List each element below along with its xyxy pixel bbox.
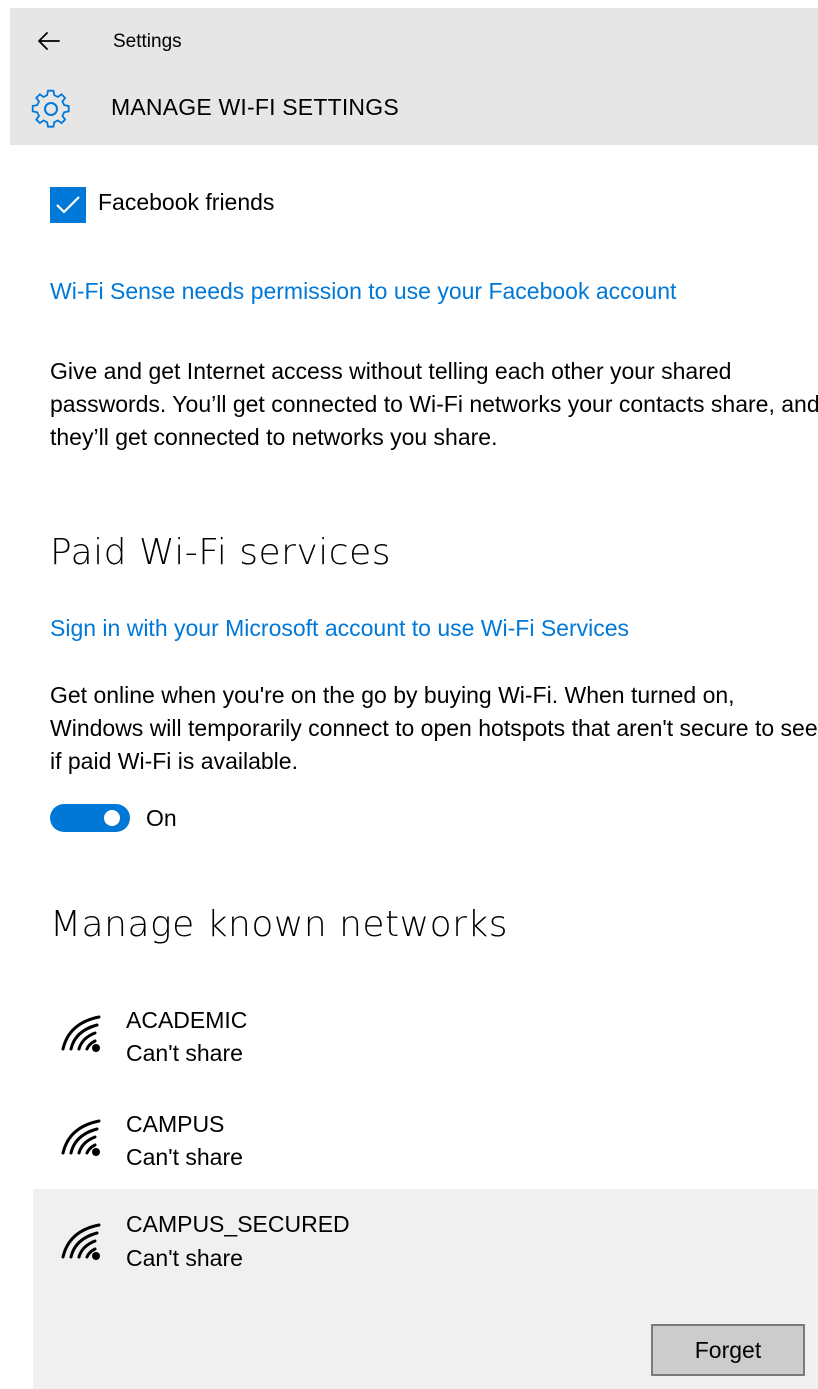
page-title: MANAGE WI-FI SETTINGS [111,94,399,120]
facebook-friends-label: Facebook friends [98,189,275,215]
known-networks-heading: Manage known networks [50,904,509,945]
wifi-signal-icon [55,1115,107,1159]
network-item-campus[interactable]: CAMPUS Can't share [33,1097,818,1187]
checkmark-icon [56,196,80,214]
gear-icon [30,88,72,130]
paid-wifi-heading: Paid Wi-Fi services [50,532,391,573]
back-arrow-icon[interactable] [36,28,62,54]
network-item-campus-secured[interactable]: CAMPUS_SECURED Can't share Forget [33,1189,818,1389]
toggle-state-label: On [146,805,177,831]
toggle-knob [104,810,120,826]
paid-wifi-toggle[interactable] [50,804,130,832]
network-status: Can't share [126,1040,243,1066]
network-name: CAMPUS [126,1111,225,1137]
microsoft-signin-link[interactable]: Sign in with your Microsoft account to u… [50,615,629,642]
network-name: ACADEMIC [126,1007,248,1033]
wifi-signal-icon [55,1219,107,1263]
forget-button[interactable]: Forget [651,1324,805,1376]
paid-wifi-description: Get online when you're on the go by buyi… [50,682,818,774]
wifi-sense-description: Give and get Internet access without tel… [50,358,818,450]
wifi-signal-icon [55,1011,107,1055]
network-status: Can't share [126,1245,243,1271]
breadcrumb: Settings [113,31,182,52]
settings-page: Settings MANAGE WI-FI SETTINGS Facebook … [0,0,818,1389]
facebook-friends-checkbox[interactable] [50,187,86,223]
network-status: Can't share [126,1144,243,1170]
facebook-permission-link[interactable]: Wi-Fi Sense needs permission to use your… [50,278,676,305]
header-bar: Settings MANAGE WI-FI SETTINGS [10,8,818,145]
network-item-academic[interactable]: ACADEMIC Can't share [33,993,818,1083]
network-name: CAMPUS_SECURED [126,1211,350,1237]
